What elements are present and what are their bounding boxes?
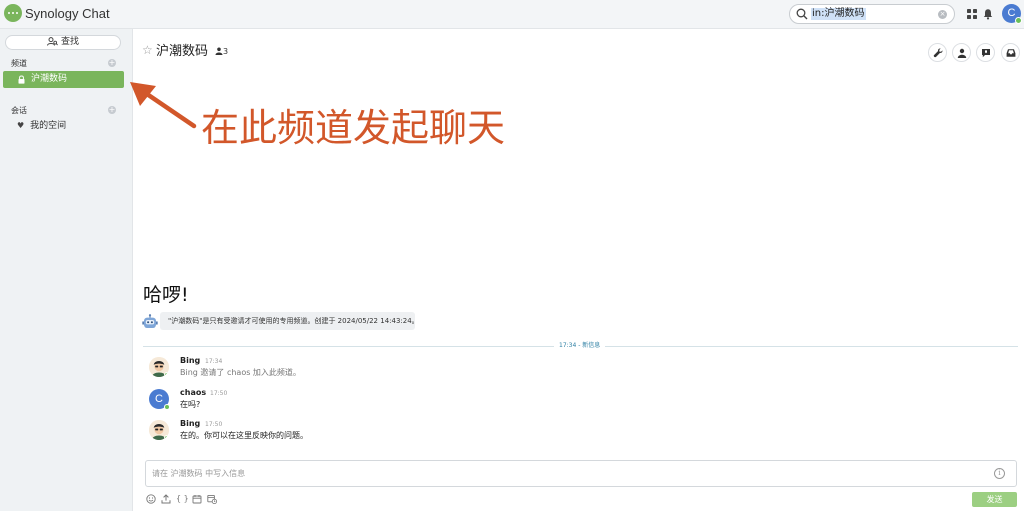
message-item: Bing 17:50 在的。你可以在这里反映你的问题。 <box>133 419 833 454</box>
bot-icon <box>142 314 158 328</box>
add-conversation-icon[interactable]: + <box>108 106 116 114</box>
message-time: 17:50 <box>205 421 223 428</box>
top-bar: Synology Chat in:沪潮数码 × C <box>0 0 1024 29</box>
message-author[interactable]: Bing <box>180 419 200 429</box>
members-button[interactable] <box>952 43 971 62</box>
channel-view: ☆ 沪潮数码 3 哈啰! "沪潮数码"是只有受邀请才可使用的专用频道。创建于 2… <box>133 29 1024 511</box>
upload-icon[interactable] <box>161 494 171 504</box>
synology-chat-logo-icon <box>4 4 22 22</box>
send-button[interactable]: 发送 <box>972 492 1017 507</box>
inbox-button[interactable] <box>1001 43 1020 62</box>
online-status-dot <box>1015 17 1022 24</box>
schedule-message-icon[interactable] <box>207 494 217 504</box>
annotation-callout: 在此频道发起聊天 <box>201 106 506 150</box>
message-author[interactable]: chaos <box>180 388 206 398</box>
app-title: Synology Chat <box>25 6 110 21</box>
search-query: in:沪潮数码 <box>811 8 866 20</box>
bell-icon[interactable] <box>982 8 994 20</box>
message-author[interactable]: Bing <box>180 356 200 366</box>
find-button[interactable]: 查找 <box>5 35 121 50</box>
search-input[interactable]: in:沪潮数码 × <box>789 4 955 24</box>
message-time: 17:50 <box>210 390 228 397</box>
message-bookmark-icon <box>982 49 990 58</box>
emoji-icon[interactable] <box>146 494 156 504</box>
conversations-section-title: 会话 <box>11 106 27 115</box>
online-status-dot <box>164 404 170 410</box>
message-input-placeholder: 请在 沪潮数码 中写入信息 <box>152 469 246 478</box>
message-input[interactable]: 请在 沪潮数码 中写入信息 i <box>145 460 1017 487</box>
message-text: 在的。你可以在这里反映你的问题。 <box>180 431 308 440</box>
online-status-dot <box>164 372 169 377</box>
sidebar-item-label: 我的空间 <box>30 121 67 131</box>
message-text: 在吗? <box>180 400 201 409</box>
message-item: Bing 17:34 Bing 邀请了 chaos 加入此频道。 <box>133 356 833 391</box>
user-avatar-initial: C <box>1007 7 1016 19</box>
star-icon[interactable]: ☆ <box>142 43 153 57</box>
avatar-initial: C <box>155 393 163 405</box>
channels-section-title: 频道 <box>11 59 27 68</box>
lock-icon <box>18 75 25 84</box>
calendar-icon[interactable] <box>192 494 202 504</box>
sidebar-item-label: 沪潮数码 <box>31 74 68 84</box>
member-count-value: 3 <box>223 47 229 56</box>
message-time: 17:34 <box>205 358 223 365</box>
sidebar: 查找 频道 + 沪潮数码 会话 + ♥ 我的空间 <box>0 29 133 511</box>
pinned-messages-button[interactable] <box>976 43 995 62</box>
clear-search-icon[interactable]: × <box>938 10 947 19</box>
find-button-label: 查找 <box>60 37 79 47</box>
annotation-arrow-icon <box>130 82 197 129</box>
channel-settings-button[interactable] <box>928 43 947 62</box>
avatar[interactable]: C <box>149 389 170 410</box>
person-icon <box>957 48 967 58</box>
sidebar-item-my-space[interactable]: ♥ 我的空间 <box>17 120 66 132</box>
new-messages-label: 17:34 - 新信息 <box>554 341 606 351</box>
channel-greeting: 哈啰! <box>143 284 189 306</box>
sidebar-item-channel[interactable]: 沪潮数码 <box>3 71 124 88</box>
channel-intro-message: "沪潮数码"是只有受邀请才可使用的专用频道。创建于 2024/05/22 14:… <box>160 312 415 330</box>
apps-grid-icon[interactable] <box>966 8 978 20</box>
avatar[interactable] <box>149 420 169 440</box>
inbox-tray-icon <box>1006 49 1016 57</box>
members-icon <box>215 47 223 55</box>
channel-title: 沪潮数码 <box>156 44 209 59</box>
search-icon <box>796 8 808 20</box>
avatar[interactable] <box>149 357 169 377</box>
online-status-dot <box>164 435 169 440</box>
wrench-icon <box>933 48 943 58</box>
code-block-icon[interactable]: { } <box>176 494 189 504</box>
message-item: C chaos 17:50 在吗? <box>133 388 833 423</box>
heart-icon: ♥ <box>17 121 25 130</box>
find-users-icon <box>46 37 58 46</box>
info-icon[interactable]: i <box>994 468 1005 479</box>
user-avatar[interactable]: C <box>1002 4 1022 24</box>
member-count[interactable]: 3 <box>215 47 228 57</box>
add-channel-icon[interactable]: + <box>108 59 116 67</box>
message-text: Bing 邀请了 chaos 加入此频道。 <box>180 368 301 377</box>
